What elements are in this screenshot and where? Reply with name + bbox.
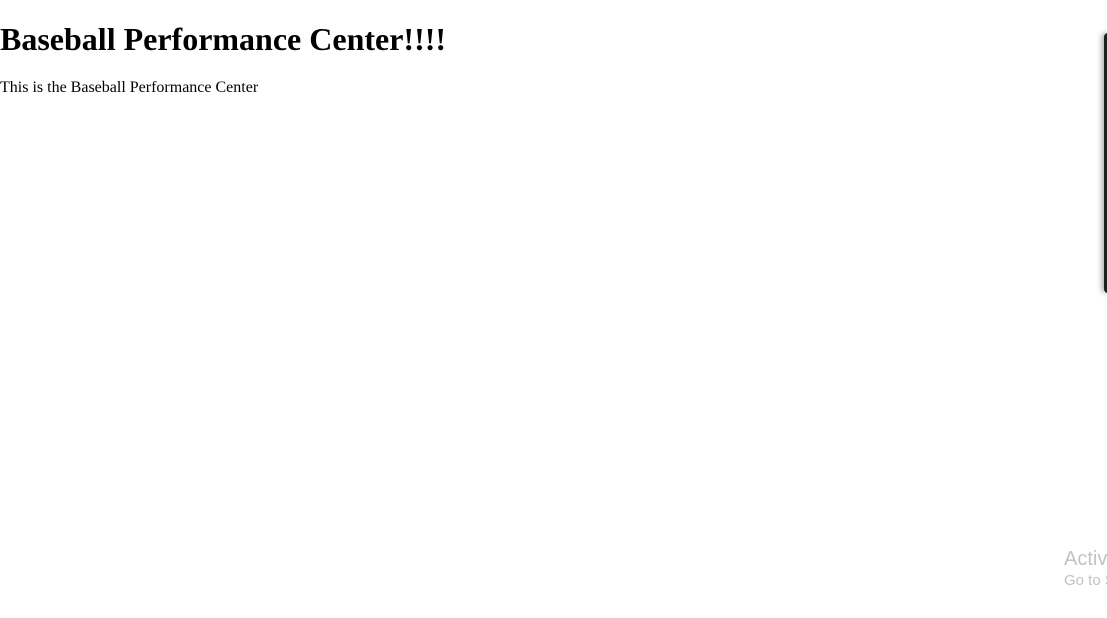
page-title: Baseball Performance Center!!!! [0,21,447,57]
activation-watermark: Activ Go to S [1064,546,1107,590]
page-intro-text: This is the Baseball Performance Center [0,79,259,96]
watermark-subtitle: Go to S [1064,572,1107,589]
watermark-title: Activ [1064,548,1107,570]
